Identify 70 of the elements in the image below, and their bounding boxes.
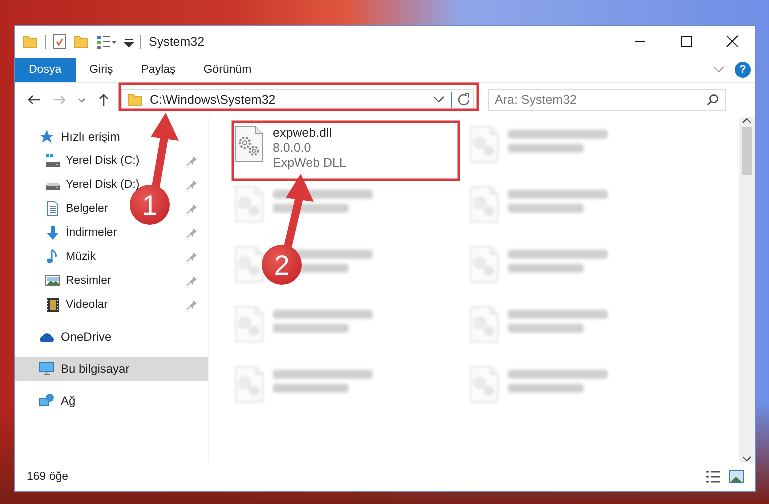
file-version: 8.0.0.0 <box>273 141 312 155</box>
sidebar-item[interactable]: Müzik <box>15 245 96 269</box>
sidebar-item[interactable]: Ağ <box>15 389 208 413</box>
settings-file-icon <box>233 126 265 164</box>
expand-chevron-icon[interactable] <box>713 66 725 74</box>
settings-file-icon <box>233 186 265 224</box>
window-title: System32 <box>149 35 205 49</box>
list-dropdown-icon[interactable] <box>96 34 118 50</box>
settings-file-icon <box>233 306 265 344</box>
search-icon <box>707 94 719 106</box>
pin-icon[interactable] <box>186 251 198 263</box>
settings-file-icon <box>468 126 500 164</box>
back-arrow-icon[interactable] <box>27 93 41 107</box>
film-strip-icon <box>45 297 61 313</box>
search-field[interactable]: Ara: System32 <box>488 89 726 111</box>
settings-file-icon <box>468 306 500 344</box>
scroll-down-icon[interactable] <box>742 455 752 463</box>
pin-icon[interactable] <box>186 179 198 191</box>
forward-arrow-icon[interactable] <box>53 93 67 107</box>
step-number-badge: 2 <box>262 245 302 285</box>
down-arrow-icon <box>45 225 61 241</box>
maximize-icon[interactable] <box>679 35 693 49</box>
address-path: C:\Windows\System32 <box>150 93 277 107</box>
sidebar-item[interactable]: Resimler <box>15 269 112 293</box>
star-icon <box>39 129 55 145</box>
scroll-thumb[interactable] <box>742 127 752 175</box>
pin-icon[interactable] <box>186 275 198 287</box>
settings-file-icon <box>468 186 500 224</box>
folder-icon <box>128 92 144 108</box>
help-button[interactable]: ? <box>735 62 751 78</box>
sidebar-item[interactable]: Bu bilgisayar <box>15 357 208 381</box>
up-arrow-icon[interactable] <box>97 93 111 107</box>
sidebar-item[interactable]: Yerel Disk (D:) <box>15 173 140 197</box>
pin-icon[interactable] <box>186 299 198 311</box>
settings-file-icon <box>233 366 265 404</box>
item-count: 169 öğe <box>27 471 69 483</box>
file-description: ExpWeb DLL <box>273 156 346 170</box>
ribbon-tab[interactable]: Dosya <box>15 58 76 82</box>
ribbon-tab[interactable]: Görünüm <box>190 58 266 82</box>
document-icon <box>45 201 61 217</box>
ribbon-tab[interactable]: Giriş <box>76 58 128 82</box>
sidebar-item[interactable]: Hızlı erişim <box>15 125 208 149</box>
picture-icon <box>45 273 61 289</box>
large-icons-view-icon[interactable] <box>729 470 745 484</box>
sidebar-item[interactable]: Belgeler <box>15 197 108 221</box>
file-name: expweb.dll <box>273 126 334 140</box>
new-folder-icon[interactable] <box>74 34 90 50</box>
settings-file-icon <box>468 366 500 404</box>
network-icon <box>39 393 55 409</box>
drive-icon <box>45 153 61 169</box>
pin-icon[interactable] <box>186 203 198 215</box>
close-icon[interactable] <box>725 35 739 49</box>
pin-icon[interactable] <box>186 227 198 239</box>
details-view-icon[interactable] <box>705 470 721 484</box>
address-bar[interactable]: C:\Windows\System32 <box>121 89 474 111</box>
pin-icon[interactable] <box>186 155 198 167</box>
sidebar-item[interactable]: OneDrive <box>15 325 208 349</box>
scrollbar[interactable] <box>739 117 755 463</box>
scroll-up-icon[interactable] <box>742 117 752 125</box>
settings-file-icon <box>468 246 500 284</box>
settings-file-icon <box>233 246 265 284</box>
monitor-icon <box>39 361 55 377</box>
file-item[interactable]: expweb.dll 8.0.0.0 ExpWeb DLL <box>229 123 464 183</box>
ribbon-tab[interactable]: Paylaş <box>127 58 190 82</box>
sidebar-item[interactable]: Videolar <box>15 293 108 317</box>
sidebar-item[interactable]: Yerel Disk (C:) <box>15 149 140 173</box>
folder-icon <box>23 34 39 50</box>
properties-icon[interactable] <box>52 34 68 50</box>
sidebar-item[interactable]: İndirmeler <box>15 221 118 245</box>
dropdown-chevron-icon[interactable] <box>433 96 445 104</box>
